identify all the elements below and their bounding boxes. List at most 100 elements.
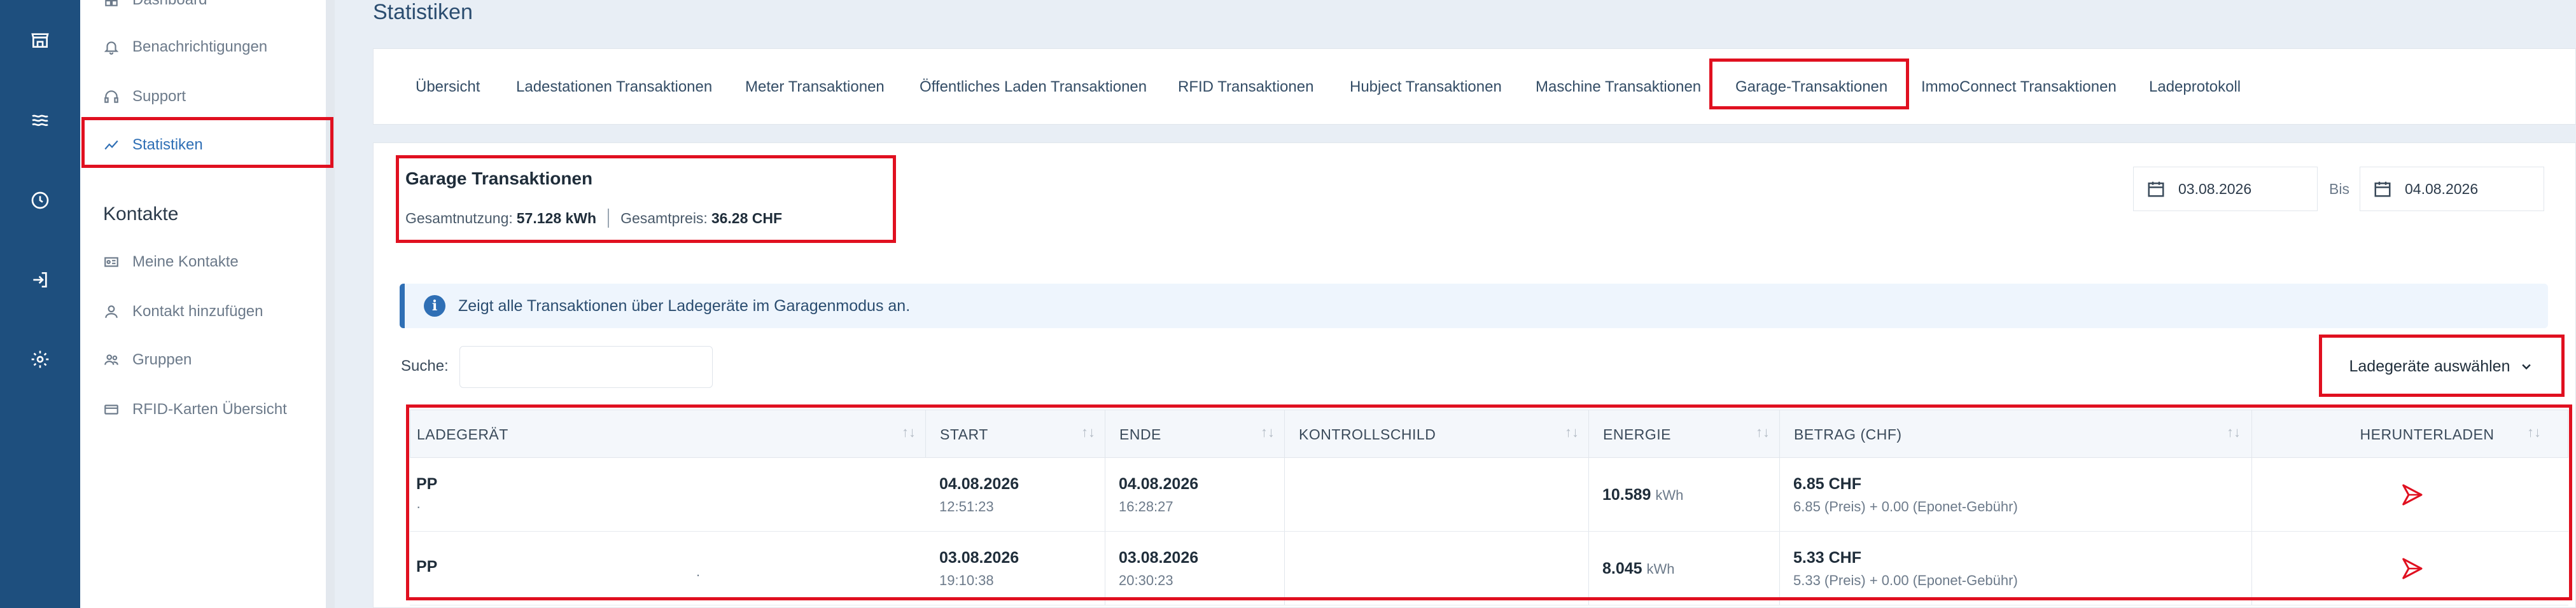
date-to-value: 04.08.2026 bbox=[2405, 180, 2479, 197]
price-label: Gesamtpreis: bbox=[620, 209, 708, 226]
sort-icon[interactable]: ↑↓ bbox=[902, 424, 916, 441]
usage-label: Gesamtnutzung: bbox=[405, 209, 513, 226]
sort-icon[interactable]: ↑↓ bbox=[1081, 424, 1095, 441]
tab-rfid[interactable]: RFID Transaktionen bbox=[1178, 49, 1313, 125]
charger-select-label: Ladegeräte auswählen bbox=[2349, 357, 2510, 375]
tab-hubject[interactable]: Hubject Transaktionen bbox=[1350, 49, 1502, 125]
date-from-input[interactable]: 03.08.2026 bbox=[2133, 167, 2318, 211]
sidebar-item-meine-kontakte[interactable]: Meine Kontakte bbox=[97, 244, 313, 280]
download-pdf-icon[interactable] bbox=[2399, 482, 2425, 508]
cell-energy: 10.589 kWh bbox=[1596, 458, 1683, 532]
chart-line-icon bbox=[104, 140, 118, 150]
user-icon bbox=[105, 305, 118, 318]
cell-end: 03.08.2026 20:30:23 bbox=[1112, 532, 1198, 605]
cell-amount: 5.33 CHF 5.33 (Preis) + 0.00 (Eponet-Geb… bbox=[1787, 532, 2018, 605]
tab-immoconnect[interactable]: ImmoConnect Transaktionen bbox=[1921, 49, 2117, 125]
cell-energy: 8.045 kWh bbox=[1596, 532, 1675, 605]
start-date: 04.08.2026 bbox=[939, 474, 1019, 493]
clock-icon[interactable] bbox=[24, 184, 56, 216]
store-icon[interactable] bbox=[24, 24, 56, 56]
price-value: 36.28 CHF bbox=[711, 209, 783, 226]
summary-title: Garage Transaktionen bbox=[405, 169, 593, 188]
sidebar-item-label: Gruppen bbox=[132, 351, 192, 368]
charger-name: PP bbox=[416, 474, 438, 493]
amount-detail: 5.33 (Preis) + 0.00 (Eponet-Gebühr) bbox=[1793, 572, 2018, 588]
energy-value: 8.045 bbox=[1602, 559, 1642, 577]
sort-icon[interactable]: ↑↓ bbox=[2527, 424, 2541, 441]
column-header-energie[interactable]: ENERGIE bbox=[1597, 410, 1671, 459]
calendar-icon bbox=[2374, 181, 2391, 197]
search-label: Suche: bbox=[401, 357, 449, 375]
sidebar-item-benachrichtigungen[interactable]: Benachrichtigungen bbox=[97, 29, 313, 65]
info-banner: i Zeigt alle Transaktionen über Ladegerä… bbox=[400, 284, 2548, 328]
energy-unit: kWh bbox=[1646, 560, 1675, 577]
bell-icon bbox=[104, 41, 119, 55]
column-header-ladegeraet[interactable]: LADEGERÄT bbox=[410, 410, 508, 459]
charger-sub: . bbox=[696, 563, 701, 579]
separator bbox=[608, 209, 610, 228]
dashboard-icon bbox=[105, 0, 118, 6]
end-time: 20:30:23 bbox=[1119, 572, 1173, 588]
download-pdf-icon[interactable] bbox=[2399, 556, 2425, 581]
tab-garage[interactable]: Garage-Transaktionen bbox=[1735, 49, 1887, 125]
cell-start: 03.08.2026 19:10:38 bbox=[933, 532, 1019, 605]
sidebar-item-label: RFID-Karten Übersicht bbox=[132, 401, 287, 418]
tab-oeffentliches-laden[interactable]: Öffentliches Laden Transaktionen bbox=[920, 49, 1147, 125]
sort-icon[interactable]: ↑↓ bbox=[1261, 424, 1275, 441]
charger-select-dropdown[interactable]: Ladegeräte auswählen bbox=[2321, 337, 2561, 396]
table-header: LADEGERÄT ↑↓ START ↑↓ ENDE ↑↓ KONTROLLSC… bbox=[410, 410, 2568, 458]
sort-icon[interactable]: ↑↓ bbox=[2227, 424, 2241, 441]
column-header-betrag[interactable]: BETRAG (CHF) bbox=[1788, 410, 1902, 459]
usage-value: 57.128 kWh bbox=[516, 209, 597, 226]
table-row: PP . 03.08.2026 19:10:38 03.08.2026 20:3… bbox=[410, 532, 2568, 605]
tab-ladestationen[interactable]: Ladestationen Transaktionen bbox=[516, 49, 712, 125]
amount-detail: 6.85 (Preis) + 0.00 (Eponet-Gebühr) bbox=[1793, 498, 2018, 515]
column-header-start[interactable]: START bbox=[934, 410, 988, 459]
column-header-ende[interactable]: ENDE bbox=[1113, 410, 1161, 459]
sidebar-item-support[interactable]: Support bbox=[97, 79, 313, 114]
sidebar-item-label: Statistiken bbox=[132, 136, 203, 153]
sidebar-item-rfid-karten[interactable]: RFID-Karten Übersicht bbox=[97, 392, 313, 427]
date-to-input[interactable]: 04.08.2026 bbox=[2360, 167, 2544, 211]
tab-ladeprotokoll[interactable]: Ladeprotokoll bbox=[2149, 49, 2241, 125]
tabs-bar: Übersicht Ladestationen Transaktionen Me… bbox=[373, 48, 2576, 125]
sidebar-item-dashboard[interactable]: Dashboard bbox=[97, 0, 313, 18]
sidebar-item-kontakt-hinzufuegen[interactable]: Kontakt hinzufügen bbox=[97, 294, 313, 329]
cell-end: 04.08.2026 16:28:27 bbox=[1112, 458, 1198, 532]
energy-unit: kWh bbox=[1655, 487, 1684, 503]
cell-amount: 6.85 CHF 6.85 (Preis) + 0.00 (Eponet-Geb… bbox=[1787, 458, 2018, 532]
column-divider bbox=[925, 410, 926, 458]
end-date: 04.08.2026 bbox=[1119, 474, 1199, 493]
login-icon[interactable] bbox=[24, 264, 56, 296]
sidebar-item-label: Benachrichtigungen bbox=[132, 38, 268, 55]
tab-meter[interactable]: Meter Transaktionen bbox=[745, 49, 885, 125]
sort-icon[interactable]: ↑↓ bbox=[1756, 424, 1770, 441]
sidebar-item-label: Kontakt hinzufügen bbox=[132, 303, 263, 320]
sidebar-item-label: Support bbox=[132, 88, 186, 105]
amount-total: 5.33 CHF bbox=[1793, 548, 1861, 567]
users-icon bbox=[104, 354, 118, 365]
start-time: 12:51:23 bbox=[939, 498, 994, 515]
summary-totals: Gesamtnutzung: 57.128 kWh Gesamtpreis: 3… bbox=[405, 209, 782, 228]
sidebar-item-gruppen[interactable]: Gruppen bbox=[97, 342, 313, 378]
chevron-down-icon bbox=[2522, 364, 2531, 370]
id-card-icon bbox=[104, 257, 118, 267]
waves-icon[interactable] bbox=[24, 104, 56, 135]
gear-icon[interactable] bbox=[24, 343, 56, 375]
tab-maschine[interactable]: Maschine Transaktionen bbox=[1536, 49, 1701, 125]
table-row: PP · 04.08.2026 12:51:23 04.08.2026 16:2… bbox=[410, 458, 2568, 532]
sidebar-item-label: Meine Kontakte bbox=[132, 253, 239, 270]
column-header-kontrollschild[interactable]: KONTROLLSCHILD bbox=[1292, 410, 1436, 459]
tab-uebersicht[interactable]: Übersicht bbox=[416, 49, 480, 125]
end-time: 16:28:27 bbox=[1119, 498, 1173, 515]
cell-start: 04.08.2026 12:51:23 bbox=[933, 458, 1019, 532]
sort-icon[interactable]: ↑↓ bbox=[1565, 424, 1579, 441]
sidebar-item-label: Dashboard bbox=[132, 0, 207, 9]
search-input[interactable] bbox=[459, 346, 713, 388]
charger-name: PP bbox=[416, 557, 438, 576]
sidebar-item-statistiken[interactable]: Statistiken bbox=[97, 127, 313, 163]
column-header-herunterladen[interactable]: HERUNTERLADEN bbox=[2323, 410, 2531, 459]
page-title: Statistiken bbox=[373, 0, 473, 24]
date-to-label: Bis bbox=[2329, 181, 2349, 197]
amount-total: 6.85 CHF bbox=[1793, 474, 1861, 493]
